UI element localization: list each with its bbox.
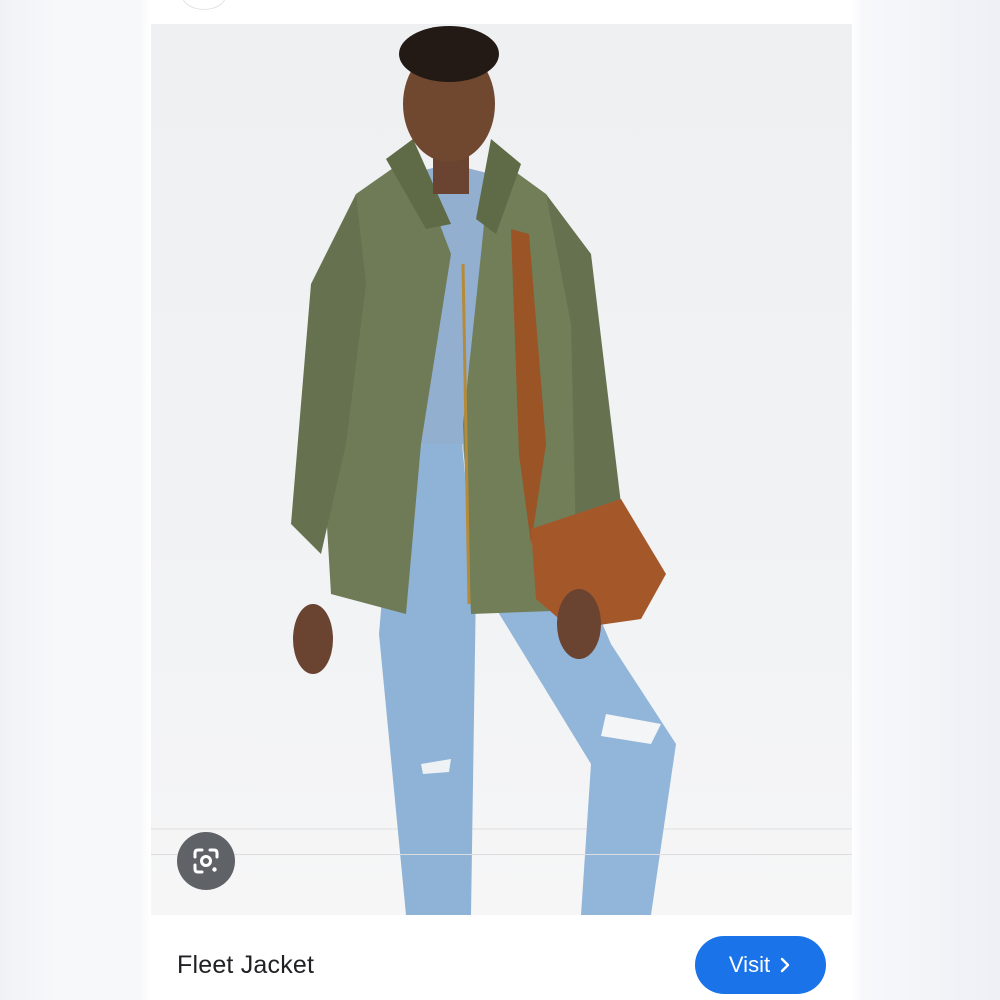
visit-button[interactable]: Visit <box>695 936 826 994</box>
floor-divider <box>151 854 852 855</box>
product-image[interactable] <box>151 24 852 915</box>
top-button-edge[interactable] <box>181 0 227 10</box>
result-card: Fleet Jacket Visit <box>151 0 852 1000</box>
google-lens-button[interactable] <box>177 832 235 890</box>
chevron-right-icon <box>780 957 790 973</box>
google-lens-icon <box>193 848 219 874</box>
top-strip <box>151 0 852 24</box>
result-info-bar: Fleet Jacket Visit <box>151 915 852 1000</box>
model-illustration <box>151 26 852 915</box>
hair <box>399 26 499 82</box>
product-title[interactable]: Fleet Jacket <box>177 951 314 980</box>
right-hand <box>557 589 601 659</box>
image-viewer-screen: Fleet Jacket Visit <box>0 0 1000 1000</box>
left-hand <box>293 604 333 674</box>
visit-button-label: Visit <box>728 952 771 977</box>
